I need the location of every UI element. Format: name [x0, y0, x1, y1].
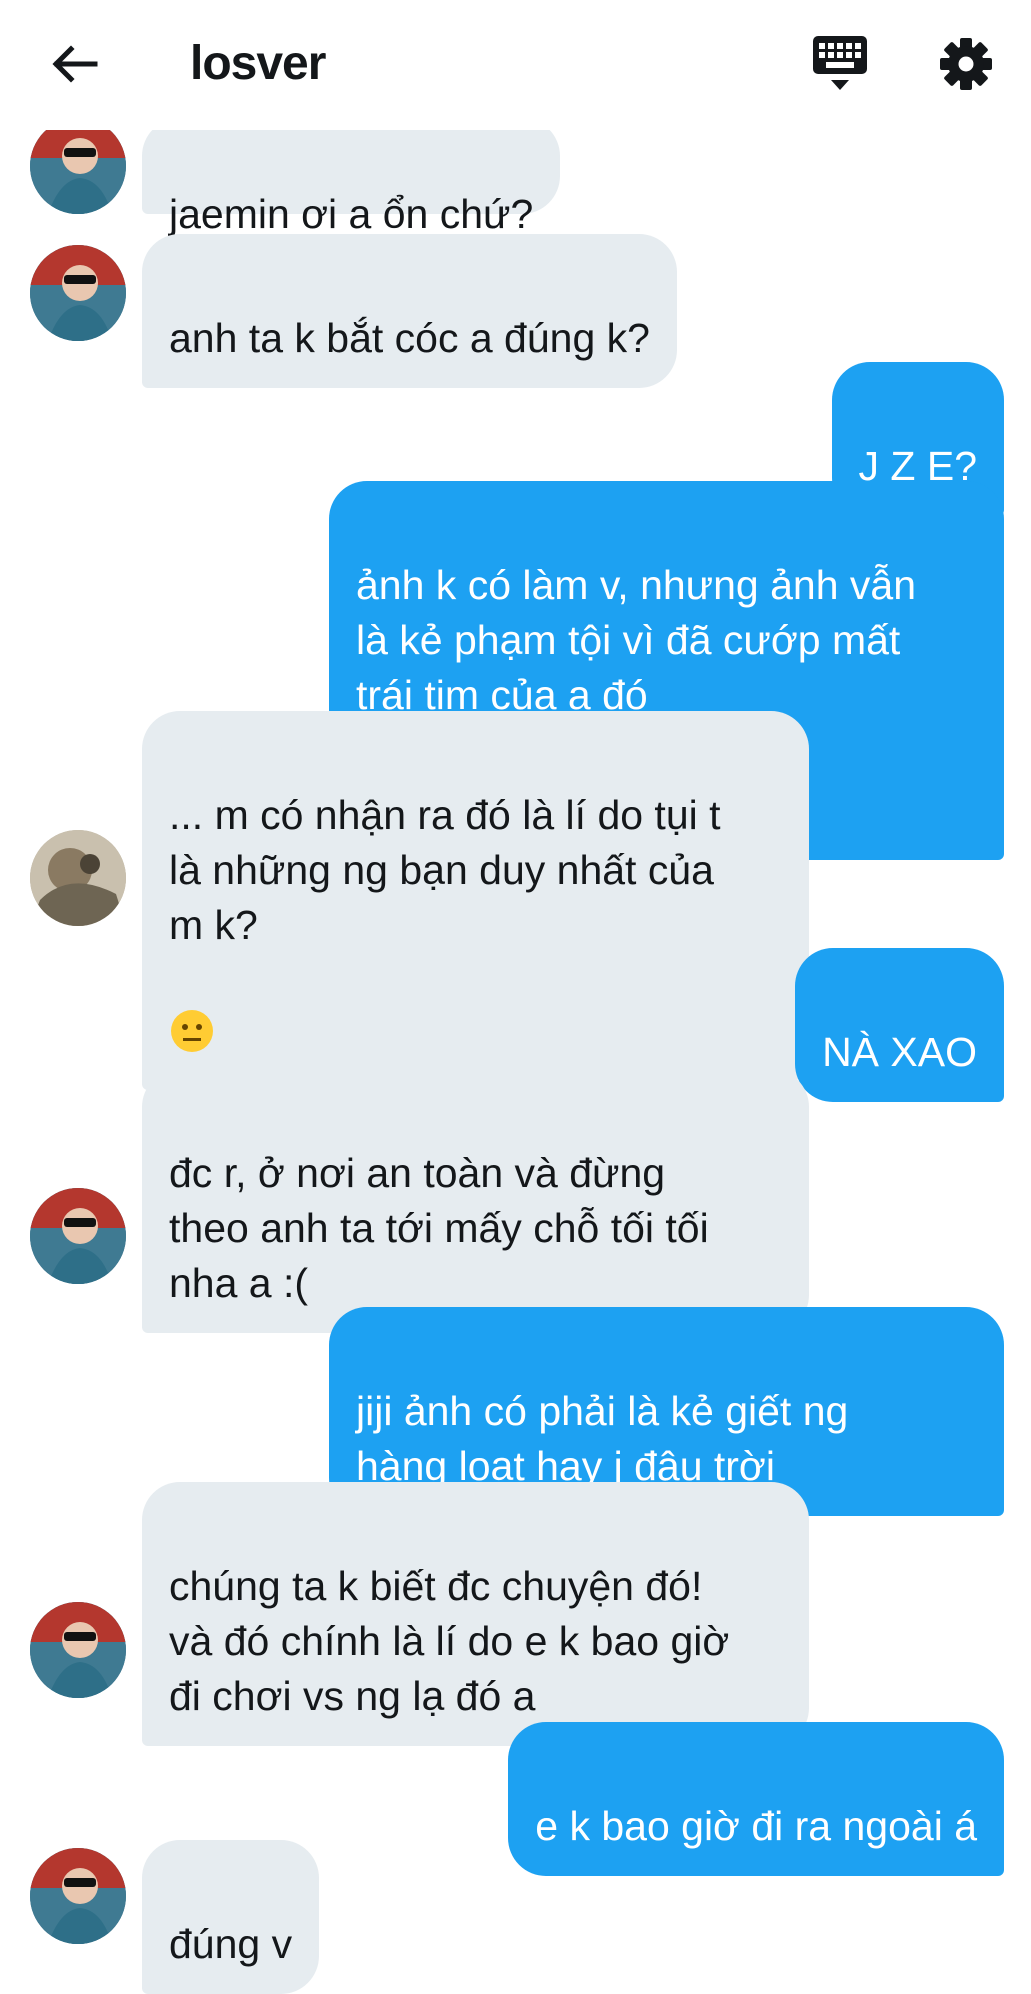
- avatar-photo: [30, 1188, 126, 1284]
- keyboard-icon: [813, 36, 867, 90]
- gear-icon: [940, 38, 992, 90]
- neutral-face-emoji: [169, 953, 215, 1068]
- message-text: e k bao giờ đi ra ngoài á: [535, 1803, 977, 1849]
- message-thread[interactable]: jaemin ơi a ổn chứ? anh ta k bắt cóc a đ…: [0, 0, 1031, 1994]
- keyboard-button[interactable]: [800, 28, 880, 100]
- message-text: jiji ảnh có phải là kẻ giết ng hàng loạt…: [356, 1388, 849, 1489]
- avatar[interactable]: [30, 830, 126, 926]
- avatar-photo: [30, 245, 126, 341]
- message-bubble-outgoing[interactable]: e k bao giờ đi ra ngoài á: [508, 1722, 1004, 1876]
- message-bubble-incoming[interactable]: ... m có nhận ra đó là lí do tụi t là nh…: [142, 711, 809, 1090]
- conversation-title: losver: [190, 37, 326, 90]
- message-text: chúng ta k biết đc chuyện đó! và đó chín…: [169, 1563, 730, 1719]
- message-bubble-outgoing[interactable]: NÀ XAO: [795, 948, 1004, 1102]
- message-bubble-incoming[interactable]: đúng v: [142, 1840, 320, 1994]
- message-bubble-incoming[interactable]: đc r, ở nơi an toàn và đừng theo anh ta …: [142, 1069, 809, 1333]
- message-text: NÀ XAO: [822, 1029, 977, 1075]
- avatar[interactable]: [30, 1848, 126, 1944]
- message-text: anh ta k bắt cóc a đúng k?: [169, 315, 650, 361]
- message-text: jaemin ơi a ổn chứ?: [169, 191, 534, 237]
- avatar[interactable]: [30, 1188, 126, 1284]
- avatar-photo: [30, 118, 126, 214]
- avatar[interactable]: [30, 1602, 126, 1698]
- message-text: ảnh k có làm v, nhưng ảnh vẫn là kẻ phạm…: [356, 562, 917, 718]
- conversation-header: losver: [0, 0, 1031, 130]
- settings-button[interactable]: [928, 26, 1004, 102]
- avatar-photo: [30, 1602, 126, 1698]
- arrow-left-icon: [52, 45, 98, 83]
- back-button[interactable]: [38, 28, 110, 100]
- avatar[interactable]: [30, 245, 126, 341]
- message-bubble-incoming[interactable]: jaemin ơi a ổn chứ?: [142, 118, 561, 237]
- message-text: đc r, ở nơi an toàn và đừng theo anh ta …: [169, 1150, 709, 1306]
- message-text: đúng v: [169, 1921, 293, 1967]
- avatar-photo: [30, 830, 126, 926]
- message-text: ... m có nhận ra đó là lí do tụi t là nh…: [169, 792, 721, 948]
- avatar[interactable]: [30, 118, 126, 214]
- message-bubble-incoming[interactable]: chúng ta k biết đc chuyện đó! và đó chín…: [142, 1482, 809, 1746]
- message-bubble-incoming[interactable]: anh ta k bắt cóc a đúng k?: [142, 234, 677, 388]
- avatar-photo: [30, 1848, 126, 1944]
